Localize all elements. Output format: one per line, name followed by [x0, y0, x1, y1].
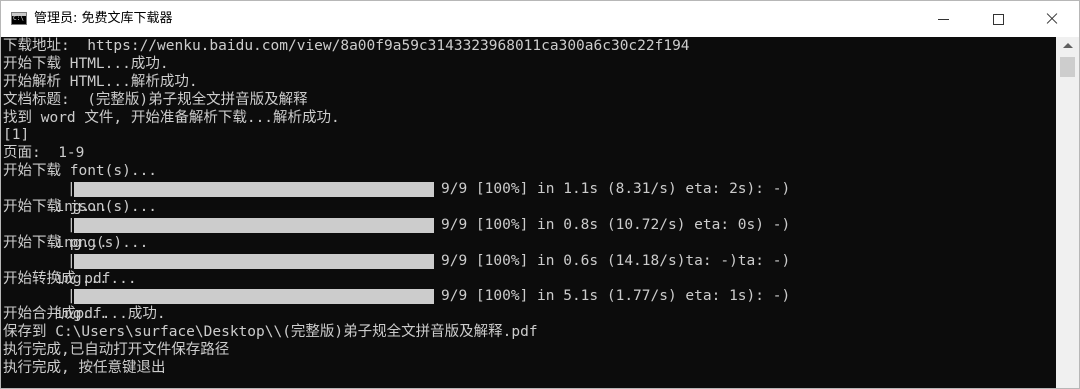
- progress-bar: [74, 289, 434, 305]
- console-line: 开始合并成pdf...成功.: [3, 306, 166, 323]
- progress-bar-fill: [74, 217, 434, 233]
- progress-stats: 9/9 [100%] in 1.1s (8.31/s) eta: 2s): -): [441, 181, 791, 198]
- console-line: 开始下载 json(s)...: [3, 199, 158, 216]
- progress-line-json: ing... | 9/9 [100%] in 0.8s (10.72/s) eta…: [3, 216, 1055, 251]
- console-line: 开始转换成 pdf...: [3, 270, 137, 287]
- progress-line-png: ing... | 9/9 [100%] in 0.6s (14.18/s)ta: …: [3, 252, 1055, 287]
- maximize-button[interactable]: [973, 1, 1023, 37]
- progress-bar-fill: [74, 289, 434, 305]
- vertical-scrollbar[interactable]: [1056, 37, 1079, 388]
- progress-bar-fill: [74, 182, 434, 198]
- progress-line-pdf: ing... | 9/9 [100%] in 5.1s (1.77/s) eta:…: [3, 288, 1055, 322]
- progress-stats: 9/9 [100%] in 0.8s (10.72/s) eta: 0s) -): [441, 216, 791, 233]
- progress-line-fonts: ing... | 9/9 [100%] in 1.1s (8.31/s) eta:…: [3, 181, 1055, 215]
- console-line: 开始下载 png(s)...: [3, 234, 149, 251]
- title-bar[interactable]: 管理员: 免费文库下载器: [1, 1, 1079, 37]
- console-line: 下载地址: https://wenku.baidu.com/view/8a00f…: [3, 38, 690, 54]
- window-title: 管理员: 免费文库下载器: [34, 11, 173, 26]
- console-window: 管理员: 免费文库下载器 下载地址: https://wenku.baidu.c…: [0, 0, 1080, 389]
- progress-stats: 9/9 [100%] in 5.1s (1.77/s) eta: 1s): -): [441, 288, 791, 305]
- console-line: 开始下载 HTML...成功.: [3, 55, 169, 72]
- progress-bar-fill: [74, 253, 434, 269]
- close-button[interactable]: [1027, 1, 1077, 37]
- console-line: 开始解析 HTML...解析成功.: [3, 73, 198, 90]
- scroll-up-arrow-icon[interactable]: [1063, 43, 1073, 48]
- console-line: 执行完成, 按任意键退出: [3, 360, 166, 377]
- console-line: 开始下载 font(s)...: [3, 163, 158, 180]
- progress-stats: 9/9 [100%] in 0.6s (14.18/s)ta: -)ta: -): [441, 252, 791, 269]
- scrollbar-thumb[interactable]: [1060, 57, 1075, 77]
- console-line: [1]: [3, 127, 30, 144]
- console-line: 页面: 1-9: [3, 145, 85, 162]
- progress-bar: [74, 182, 434, 198]
- progress-bar: [74, 217, 434, 233]
- progress-bar: [74, 253, 434, 269]
- console-output[interactable]: 下载地址: https://wenku.baidu.com/view/8a00f…: [1, 37, 1055, 388]
- console-line: 执行完成,已自动打开文件保存路径: [3, 342, 230, 359]
- console-icon[interactable]: [11, 12, 27, 25]
- console-line: 文档标题: (完整版)弟子规全文拼音版及解释: [3, 91, 308, 108]
- console-line: 保存到 C:\Users\surface\Desktop\\(完整版)弟子规全文…: [3, 324, 538, 341]
- console-line: 找到 word 文件, 开始准备解析下载...解析成功.: [3, 109, 340, 126]
- minimize-button[interactable]: [919, 1, 969, 37]
